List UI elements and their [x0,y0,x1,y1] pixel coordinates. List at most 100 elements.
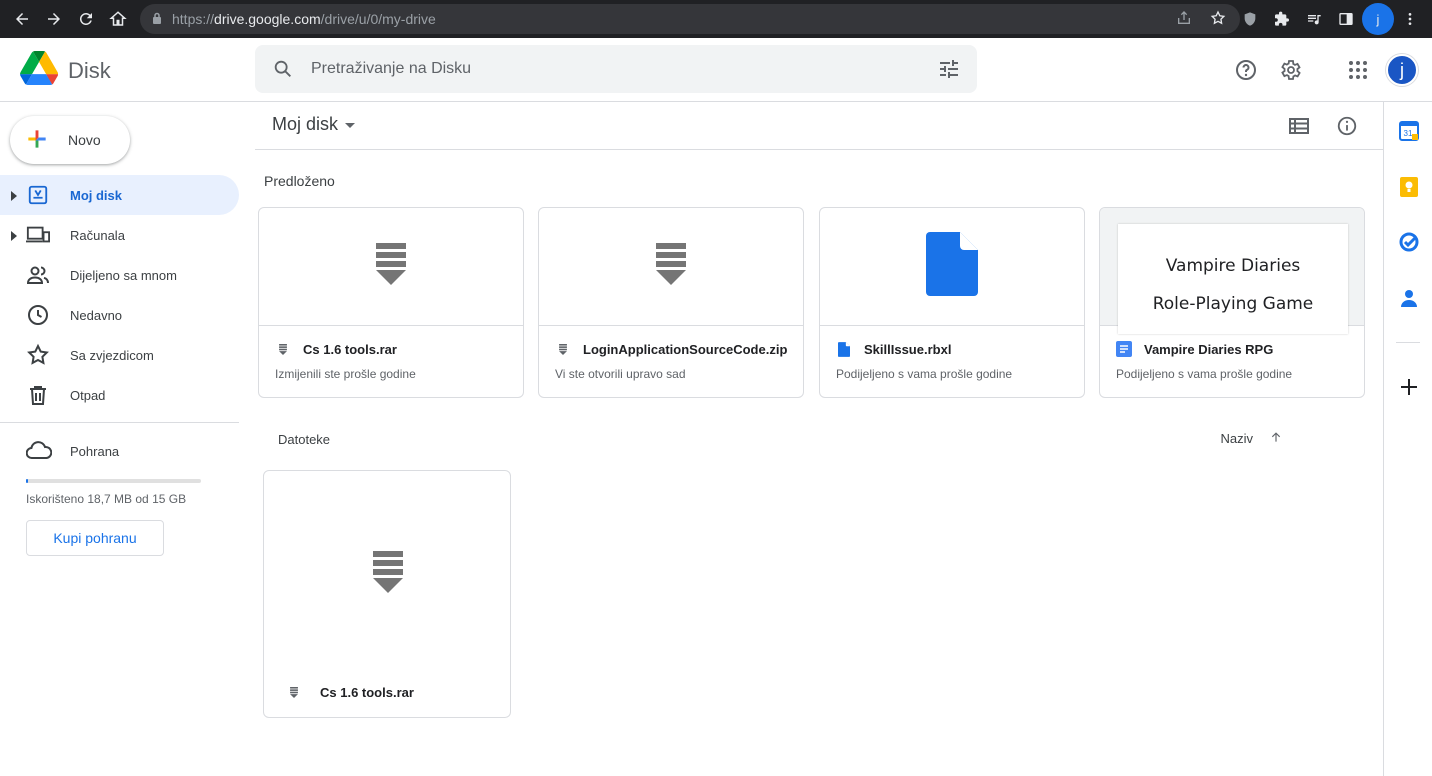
url-host: drive.google.com [214,11,321,27]
svg-text:31: 31 [1404,129,1413,138]
search-options-icon[interactable] [937,57,961,86]
storage-bar [26,479,201,483]
archive-icon [376,243,406,290]
buy-storage-button[interactable]: Kupi pohranu [26,520,164,556]
file-icon [926,232,978,301]
expand-arrow-icon[interactable] [10,229,18,244]
sidebar-item-computers[interactable]: Računala [0,215,239,255]
main-content: Moj disk Predloženo Cs 1.6 tools.rar Izm… [255,102,1383,776]
sidebar-item-my-drive[interactable]: Moj disk [0,175,239,215]
storage-used-text: Iskorišteno 18,7 MB od 15 GB [26,492,187,506]
plus-color-icon [24,126,50,155]
suggested-card[interactable]: Cs 1.6 tools.rar Izmijenili ste prošle g… [258,207,524,398]
drive-logo-icon [20,51,59,90]
sidebar-item-trash[interactable]: Otpad [0,375,239,415]
apps-grid-icon[interactable] [1338,50,1378,90]
app-header: Disk j [0,38,1432,102]
menu-kebab-icon[interactable] [1394,3,1426,35]
sidebar: Novo Moj disk Računala Dijeljeno sa mnom [0,102,255,776]
sidebar-item-recent[interactable]: Nedavno [0,295,239,335]
storage-bar-fill [26,479,29,483]
new-button-label: Novo [68,132,101,148]
settings-gear-icon[interactable] [1270,50,1310,90]
sidebar-item-label: Sa zvjezdicom [70,347,154,363]
account-button[interactable]: j [1382,50,1422,90]
drive-logo[interactable]: Disk [20,51,111,90]
docs-icon [1116,341,1132,357]
storage-link[interactable]: Pohrana [25,440,201,463]
file-meta: Izmijenili ste prošle godine [275,367,416,381]
nav-list: Moj disk Računala Dijeljeno sa mnom Neda… [0,175,239,415]
info-icon[interactable] [1335,114,1359,138]
sidebar-item-label: Moj disk [70,187,123,203]
dropdown-arrow-icon [344,114,356,135]
url-prefix: https:// [172,11,215,27]
file-meta: Vi ste otvorili upravo sad [555,367,686,381]
home-icon[interactable] [102,3,134,35]
sidebar-divider [0,422,239,423]
contacts-icon[interactable] [1398,287,1420,309]
card-thumbnail: Vampire Diaries Role-Playing Game [1100,208,1364,334]
computers-icon [26,223,50,247]
breadcrumb[interactable]: Moj disk [272,114,356,135]
shared-icon [26,263,50,287]
keep-icon[interactable] [1398,176,1420,198]
profile-button[interactable]: j [1362,3,1394,35]
suggested-card[interactable]: SkillIssue.rbxl Podijeljeno s vama prošl… [819,207,1085,398]
archive-small-icon [555,341,571,357]
file-small-icon [836,341,852,357]
forward-icon[interactable] [38,3,70,35]
back-icon[interactable] [6,3,38,35]
star-icon [26,343,50,367]
arrow-up-icon[interactable] [1269,430,1283,447]
reload-icon[interactable] [70,3,102,35]
file-name: SkillIssue.rbxl [864,341,952,357]
sidebar-item-starred[interactable]: Sa zvjezdicom [0,335,239,375]
file-card[interactable]: Cs 1.6 tools.rar [263,470,511,718]
sidepanel-icon[interactable] [1330,3,1362,35]
sidebar-item-label: Dijeljeno sa mnom [70,267,177,283]
trash-icon [26,383,50,407]
share-icon[interactable] [1176,10,1192,29]
archive-icon [373,551,403,598]
doc-preview-line: Role-Playing Game [1152,294,1314,314]
profile-initial: j [1362,3,1394,35]
archive-icon [656,243,686,290]
extensions-icon[interactable] [1266,3,1298,35]
storage-section: Pohrana Iskorišteno 18,7 MB od 15 GB Kup… [25,440,201,556]
file-name: Cs 1.6 tools.rar [303,341,397,357]
side-panel: 31 [1383,102,1432,776]
help-icon[interactable] [1226,50,1266,90]
browser-toolbar: https://drive.google.com/drive/u/0/my-dr… [0,0,1432,38]
doc-preview-line: Vampire Diaries [1165,256,1301,276]
calendar-icon[interactable]: 31 [1398,120,1420,142]
lock-icon [152,11,162,27]
sidebar-item-shared[interactable]: Dijeljeno sa mnom [0,255,239,295]
tasks-icon[interactable] [1398,231,1420,253]
suggested-card[interactable]: LoginApplicationSourceCode.zip Vi ste ot… [538,207,804,398]
bookmark-star-icon[interactable] [1210,9,1226,29]
suggested-card[interactable]: Vampire Diaries Role-Playing Game Vampir… [1099,207,1365,398]
new-button[interactable]: Novo [10,116,130,164]
url-path: /drive/u/0/my-drive [320,11,436,27]
card-thumbnail [259,208,523,326]
file-meta: Podijeljeno s vama prošle godine [1116,367,1293,381]
ublock-icon[interactable] [1234,3,1266,35]
files-title: Datoteke [278,432,331,447]
card-thumbnail [539,208,803,326]
sidebar-item-label: Nedavno [70,307,123,323]
sort-control[interactable]: Naziv [1220,430,1283,447]
search-icon[interactable] [255,58,311,80]
search-input[interactable] [311,60,911,78]
card-thumbnail [820,208,1084,326]
main-toolbar: Moj disk [255,102,1383,150]
expand-arrow-icon[interactable] [10,189,18,204]
list-view-icon[interactable] [1287,114,1311,138]
address-bar[interactable]: https://drive.google.com/drive/u/0/my-dr… [140,4,1240,34]
archive-small-icon [275,341,291,357]
drive-icon [26,183,50,207]
media-icon[interactable] [1298,3,1330,35]
search-bar[interactable] [255,45,977,93]
add-addon-icon[interactable] [1398,376,1420,398]
file-meta: Podijeljeno s vama prošle godine [836,367,1013,381]
